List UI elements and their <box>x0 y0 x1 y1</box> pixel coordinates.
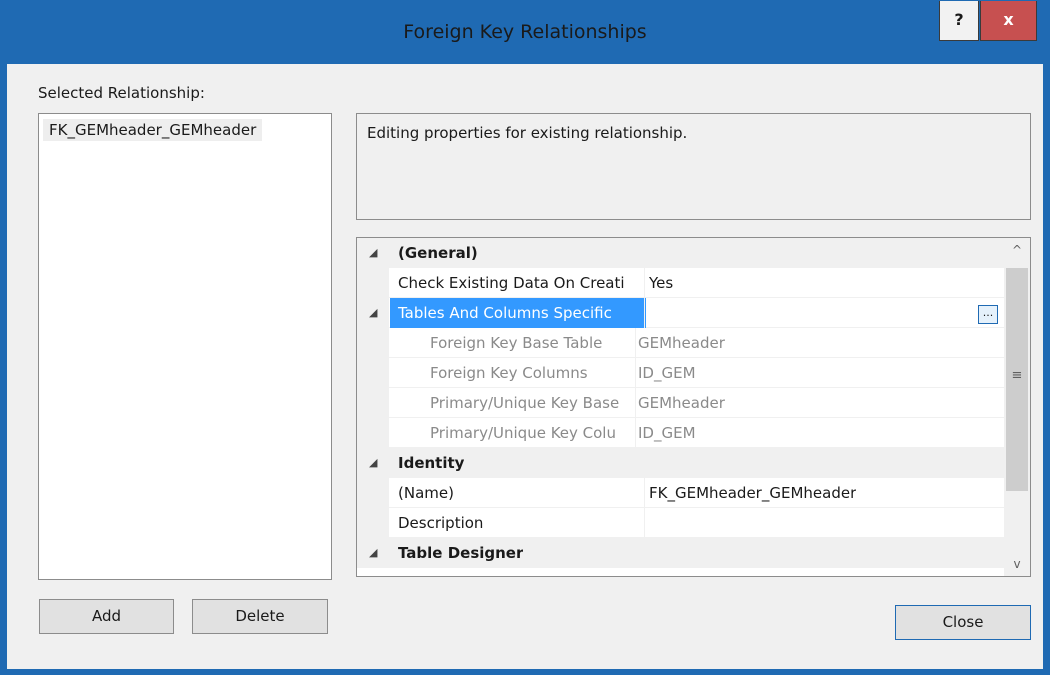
category-label: Table Designer <box>398 544 524 562</box>
collapse-icon[interactable]: ◢ <box>369 246 377 259</box>
property-row-name[interactable]: (Name) FK_GEMheader_GEMheader <box>357 478 1004 508</box>
vertical-scrollbar[interactable]: ^ ≡ v <box>1004 238 1030 576</box>
property-value: ID_GEM <box>638 424 696 442</box>
window-title: Foreign Key Relationships <box>403 21 647 43</box>
dialog-body: Selected Relationship: FK_GEMheader_GEMh… <box>7 64 1043 669</box>
help-button[interactable]: ? <box>939 1 979 41</box>
category-identity[interactable]: ◢ Identity <box>357 448 1004 478</box>
selected-relationship-label: Selected Relationship: <box>38 84 205 102</box>
dialog-window: Foreign Key Relationships ? x Selected R… <box>0 0 1050 675</box>
property-row-tables-and-columns[interactable]: ◢ Tables And Columns Specific ... <box>357 298 1004 328</box>
property-name: Description <box>398 514 484 532</box>
scroll-up-icon[interactable]: ^ <box>1004 238 1030 262</box>
delete-button[interactable]: Delete <box>192 599 328 634</box>
property-row-description[interactable]: Description <box>357 508 1004 538</box>
property-row-foreign-key-columns[interactable]: Foreign Key Columns ID_GEM <box>357 358 1004 388</box>
property-value: GEMheader <box>638 334 725 352</box>
property-name: Foreign Key Base Table <box>430 334 603 352</box>
add-button[interactable]: Add <box>39 599 174 634</box>
relationship-item[interactable]: FK_GEMheader_GEMheader <box>43 119 263 141</box>
title-bar[interactable]: Foreign Key Relationships ? x <box>7 1 1043 64</box>
close-window-button[interactable]: x <box>980 1 1037 41</box>
property-value[interactable]: FK_GEMheader_GEMheader <box>649 484 856 502</box>
collapse-icon[interactable]: ◢ <box>369 306 377 319</box>
property-row-check-existing-data[interactable]: Check Existing Data On Creati Yes <box>357 268 1004 298</box>
property-row-primary-key-columns[interactable]: Primary/Unique Key Colu ID_GEM <box>357 418 1004 448</box>
ellipsis-button[interactable]: ... <box>978 305 998 324</box>
collapse-icon[interactable]: ◢ <box>369 456 377 469</box>
description-box: Editing properties for existing relation… <box>356 113 1031 220</box>
category-general[interactable]: ◢ (General) <box>357 238 1004 268</box>
collapse-icon[interactable]: ◢ <box>369 546 377 559</box>
property-name: (Name) <box>398 484 454 502</box>
property-value: ID_GEM <box>638 364 696 382</box>
property-grid[interactable]: ◢ (General) Check Existing Data On Creat… <box>356 237 1031 577</box>
property-name: Primary/Unique Key Base <box>430 394 620 412</box>
scroll-thumb[interactable]: ≡ <box>1006 268 1028 491</box>
category-label: Identity <box>398 454 465 472</box>
property-row-foreign-key-base-table[interactable]: Foreign Key Base Table GEMheader <box>357 328 1004 358</box>
property-name: Check Existing Data On Creati <box>398 274 625 292</box>
property-name: Primary/Unique Key Colu <box>430 424 616 442</box>
category-label: (General) <box>398 244 478 262</box>
property-name: Foreign Key Columns <box>430 364 588 382</box>
relationship-list[interactable]: FK_GEMheader_GEMheader <box>38 113 332 580</box>
scroll-down-icon[interactable]: v <box>1004 552 1030 576</box>
description-text: Editing properties for existing relation… <box>367 124 688 142</box>
property-value: GEMheader <box>638 394 725 412</box>
close-button[interactable]: Close <box>895 605 1031 640</box>
property-value[interactable]: Yes <box>649 274 673 292</box>
property-row-primary-key-base[interactable]: Primary/Unique Key Base GEMheader <box>357 388 1004 418</box>
category-table-designer[interactable]: ◢ Table Designer <box>357 538 1004 568</box>
property-name: Tables And Columns Specific <box>390 298 646 328</box>
grip-icon: ≡ <box>1011 368 1023 383</box>
